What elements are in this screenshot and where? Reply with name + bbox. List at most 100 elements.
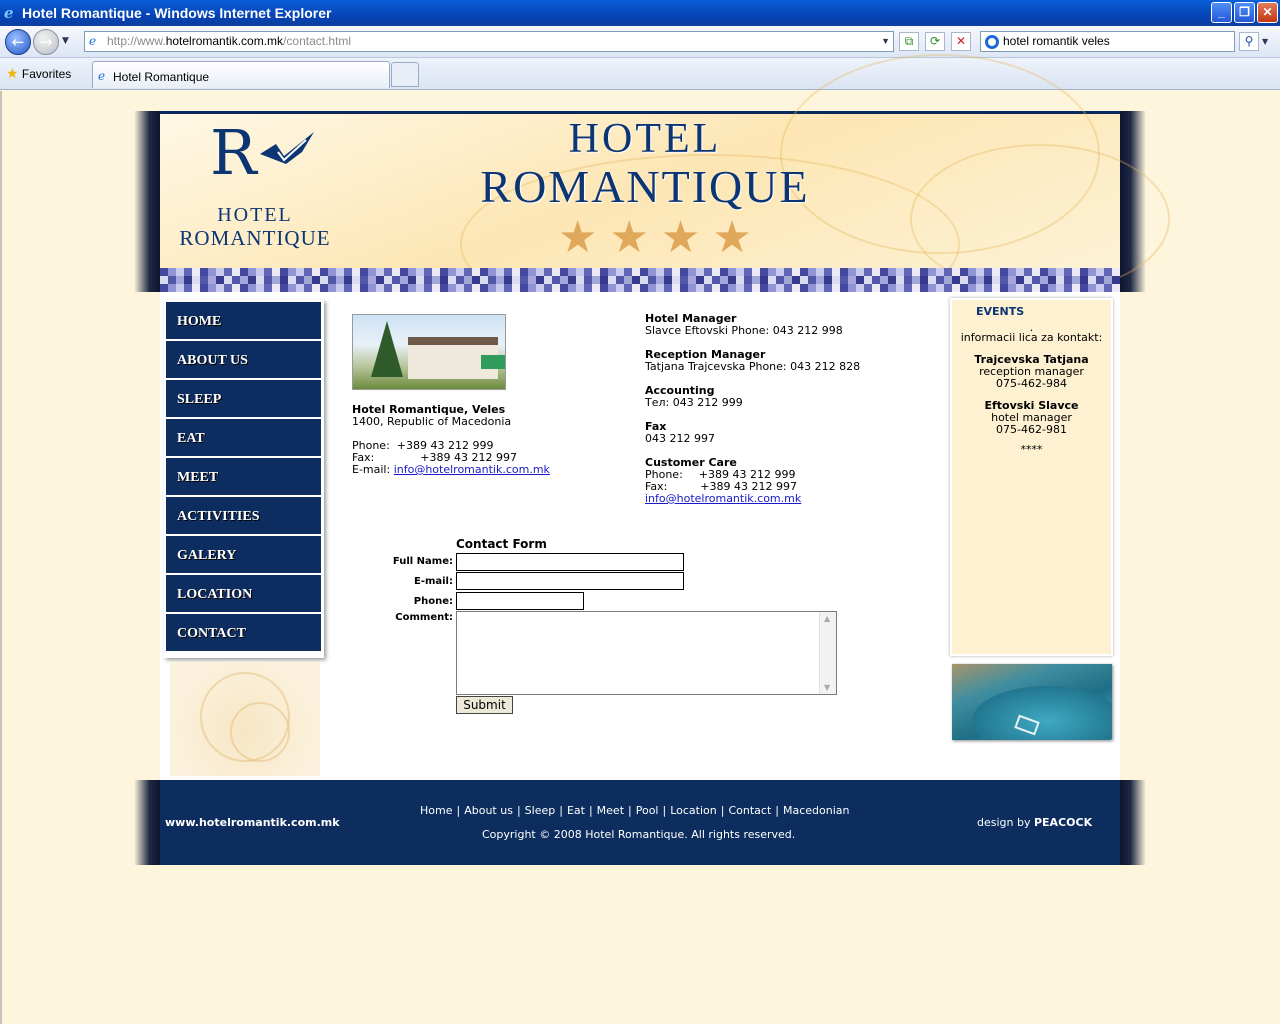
fax-line: 043 212 997 xyxy=(645,432,715,445)
events-stars: **** xyxy=(1020,443,1043,456)
favorites-label: Favorites xyxy=(21,67,72,81)
new-tab-button[interactable] xyxy=(391,62,419,87)
events-panel: . informacii lica za kontakt: Trajcevska… xyxy=(950,298,1113,656)
contact-form-title: Contact Form xyxy=(456,537,547,551)
footer-link-pool[interactable]: Pool xyxy=(636,804,659,817)
footer-link-home[interactable]: Home xyxy=(420,804,452,817)
ie-icon: e xyxy=(4,4,14,22)
footer-copyright: Copyright © 2008 Hotel Romantique. All r… xyxy=(482,828,796,841)
care-email-link[interactable]: info@hotelromantik.com.mk xyxy=(645,492,801,505)
nav-location[interactable]: LOCATION xyxy=(166,575,321,612)
email-link[interactable]: info@hotelromantik.com.mk xyxy=(394,463,550,476)
footer-site-url: www.hotelromantik.com.mk xyxy=(165,816,340,829)
footer-separator: | xyxy=(456,804,461,817)
footer-separator: | xyxy=(662,804,667,817)
address-path: /contact.html xyxy=(283,34,352,48)
close-icon[interactable]: ✕ xyxy=(1257,2,1278,23)
history-dropdown-icon[interactable]: ▼ xyxy=(62,36,69,46)
favorites-bar: ★ Favorites e Hotel Romantique xyxy=(0,58,1280,90)
restore-icon[interactable]: ❐ xyxy=(1234,2,1255,23)
email-label: E-mail: xyxy=(352,463,391,476)
window-titlebar: e Hotel Romantique - Windows Internet Ex… xyxy=(0,0,1280,26)
design-prefix: design by xyxy=(977,816,1031,829)
search-icon[interactable]: ⚲ xyxy=(1239,32,1259,51)
browser-tab[interactable]: e Hotel Romantique xyxy=(92,61,390,88)
address-prefix: http://www. xyxy=(107,34,166,48)
nav-galery[interactable]: GALERY xyxy=(166,536,321,573)
side-navigation: HOME ABOUT US SLEEP EAT MEET ACTIVITIES … xyxy=(164,300,324,658)
favorites-star-icon: ★ xyxy=(6,65,19,81)
nav-about-us[interactable]: ABOUT US xyxy=(166,341,321,378)
search-input[interactable]: hotel romantik veles xyxy=(980,31,1235,52)
minimize-icon[interactable]: _ xyxy=(1211,2,1232,23)
stop-icon[interactable]: ✕ xyxy=(951,32,971,51)
header-title-romantique: ROMANTIQUE xyxy=(480,161,810,212)
email-field[interactable] xyxy=(456,572,684,590)
page-icon: e xyxy=(89,34,97,48)
search-options-icon[interactable]: ▼ xyxy=(1262,37,1268,46)
hotel-city: 1400, Republic of Macedonia xyxy=(352,415,512,428)
staff-contacts: Hotel Manager Slavce Eftovski Phone: 043… xyxy=(645,313,860,505)
person1-phone: 075-462-984 xyxy=(996,377,1067,390)
search-text: hotel romantik veles xyxy=(1003,34,1110,48)
fullname-field[interactable] xyxy=(456,553,684,571)
footer-design-credit[interactable]: design by PEACOCK xyxy=(977,816,1092,829)
reception-line: Tatjana Trajcevska Phone: 043 212 828 xyxy=(645,360,861,373)
footer-separator: | xyxy=(628,804,632,817)
tab-title: Hotel Romantique xyxy=(113,70,210,84)
logo-romantique-text: ROMANTIQUE xyxy=(179,226,331,250)
footer-links: Home | About us | Sleep | Eat | Meet | Pool | Locati… xyxy=(420,804,849,817)
footer-separator: | xyxy=(775,804,779,817)
window-left-edge xyxy=(0,91,2,1024)
footer-separator: | xyxy=(720,804,725,817)
header-left-post xyxy=(134,111,160,292)
footer-separator: | xyxy=(516,804,521,817)
footer-link-meet[interactable]: Meet xyxy=(597,804,624,817)
fullname-label: Full Name: xyxy=(392,556,453,567)
footer-link-contact[interactable]: Contact xyxy=(728,804,771,817)
footer-link-macedonian[interactable]: Macedonian xyxy=(783,804,850,817)
nav-home[interactable]: HOME xyxy=(166,302,321,339)
header-title-hotel: HOTEL xyxy=(568,116,722,162)
footer-link-location[interactable]: Location xyxy=(670,804,717,817)
nav-sleep[interactable]: SLEEP xyxy=(166,380,321,417)
events-intro: informacii lica za kontakt: xyxy=(960,331,1103,344)
email-field-label: E-mail: xyxy=(413,576,453,587)
hotel-address-block: Hotel Romantique, Veles 1400, Republic o… xyxy=(352,404,550,476)
pool-photo[interactable] xyxy=(952,664,1112,740)
phone-field-label: Phone: xyxy=(413,596,453,607)
address-domain: hotelromantik.com.mk xyxy=(165,34,284,48)
comment-textarea[interactable] xyxy=(456,611,837,695)
design-name: PEACOCK xyxy=(1033,816,1093,829)
bing-icon xyxy=(985,35,999,49)
footer-link-about[interactable]: About us xyxy=(464,804,513,817)
address-dropdown-icon[interactable]: ▼ xyxy=(881,32,890,51)
submit-button[interactable]: Submit xyxy=(456,696,513,714)
nav-activities[interactable]: ACTIVITIES xyxy=(166,497,321,534)
accounting-line: Тел: 043 212 999 xyxy=(645,396,743,409)
footer-left-post xyxy=(134,780,160,865)
forward-button[interactable]: → xyxy=(33,29,59,55)
logo-check-icon xyxy=(260,132,314,164)
manager-line: Slavce Eftovski Phone: 043 212 998 xyxy=(645,324,843,337)
hotel-photo xyxy=(352,314,506,390)
refresh-icon[interactable]: ⟳ xyxy=(925,32,945,51)
site-footer: www.hotelromantik.com.mk Home | About us | S… xyxy=(160,780,1120,865)
comment-scrollbar[interactable] xyxy=(819,612,836,694)
logo-letter[interactable]: R xyxy=(210,118,257,188)
person2-phone: 075-462-981 xyxy=(996,423,1067,436)
window-title: Hotel Romantique - Windows Internet Expl… xyxy=(22,5,332,21)
address-toolbar: ← → ▼ e http://www.hotelromantik.com.mk/… xyxy=(0,26,1280,58)
nav-eat[interactable]: EAT xyxy=(166,419,321,456)
nav-meet[interactable]: MEET xyxy=(166,458,321,495)
favorites-button[interactable]: ★ Favorites xyxy=(6,65,71,82)
compatibility-icon[interactable]: ⧉ xyxy=(899,32,919,51)
footer-link-eat[interactable]: Eat xyxy=(567,804,585,817)
nav-contact[interactable]: CONTACT xyxy=(166,614,321,651)
mosaic-band xyxy=(160,268,1120,292)
address-bar[interactable]: e http://www.hotelromantik.com.mk/contac… xyxy=(84,31,894,52)
phone-field[interactable] xyxy=(456,592,584,610)
back-button[interactable]: ← xyxy=(5,29,31,55)
comment-label: Comment: xyxy=(395,612,453,623)
footer-link-sleep[interactable]: Sleep xyxy=(525,804,556,817)
